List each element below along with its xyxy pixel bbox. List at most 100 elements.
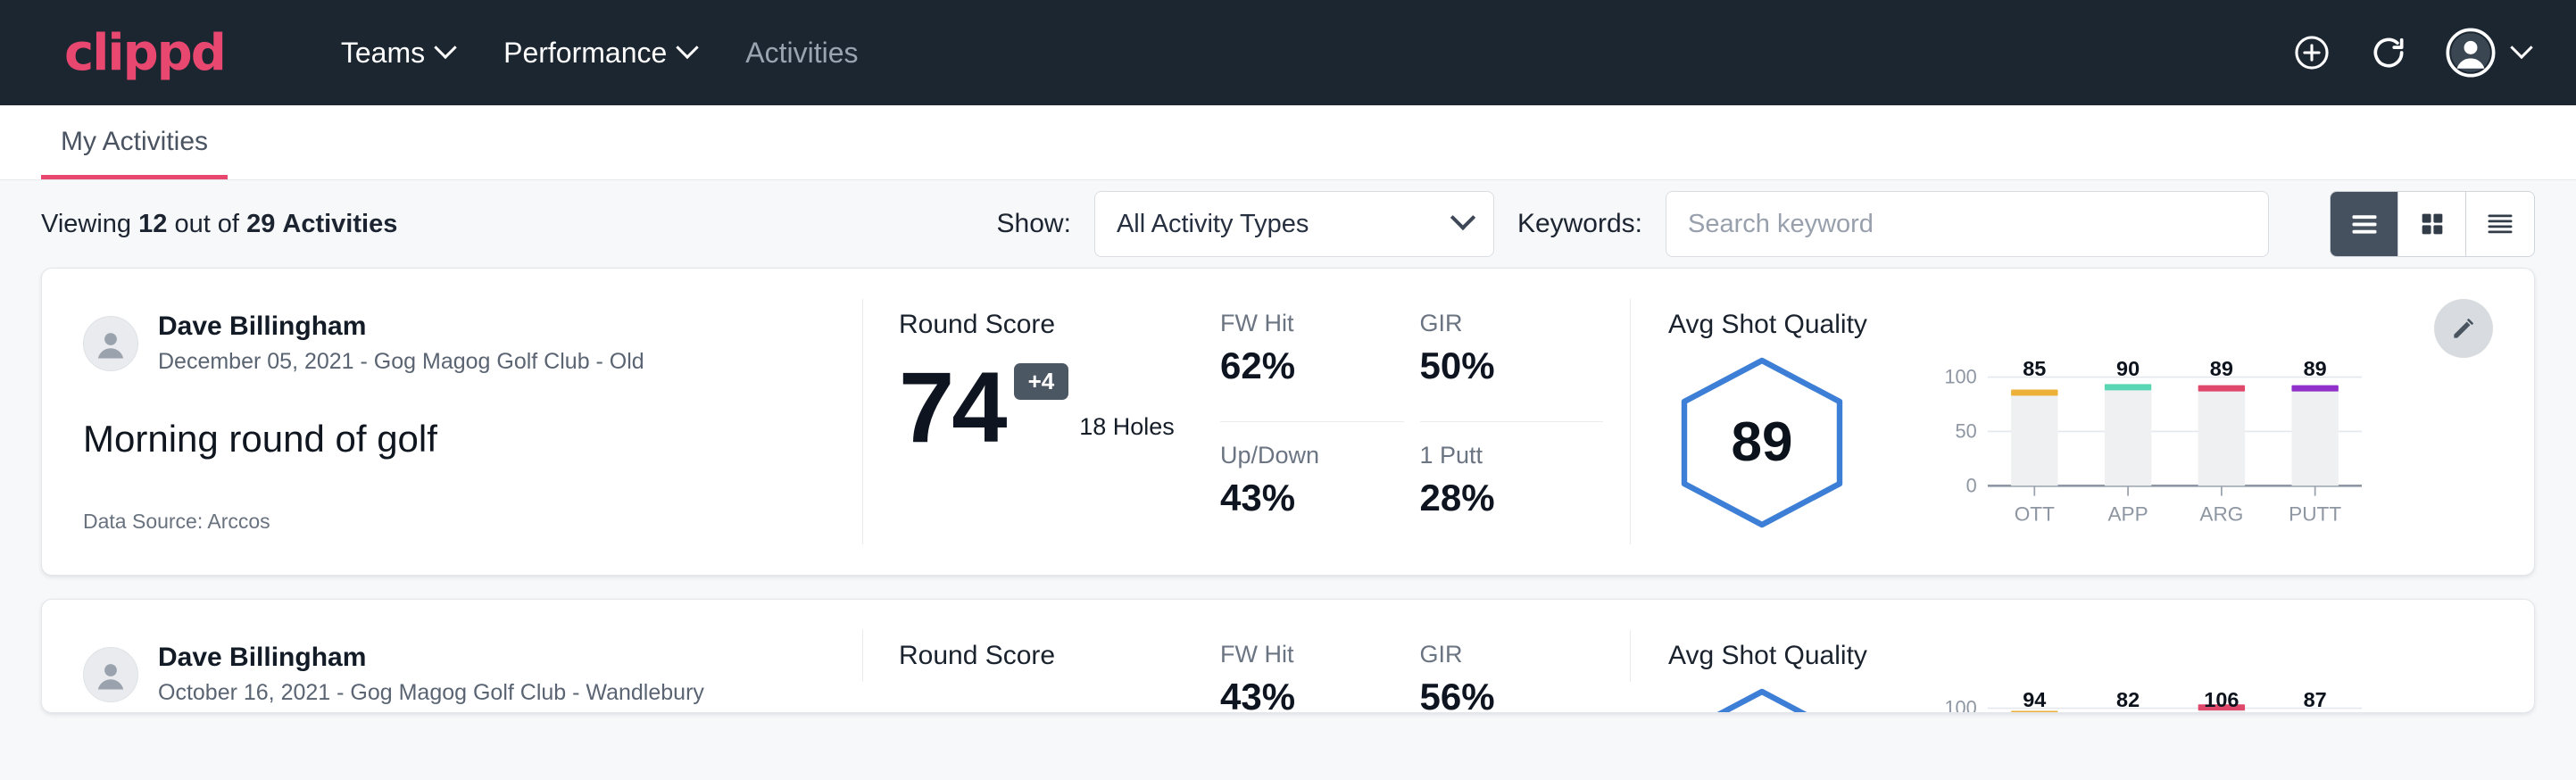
shot-quality-chart: 05010094OTT82APP106ARG87PUTT [1872, 682, 2436, 713]
tab-strip: My Activities [0, 105, 2576, 180]
round-score-label: Round Score [899, 641, 1220, 671]
viewing-prefix: Viewing [41, 210, 131, 238]
avg-shot-quality-body: 89 05010085OTT90APP89ARG89PUTT [1668, 351, 2436, 534]
player-name: Dave Billingham [158, 310, 644, 344]
activity-type-value: All Activity Types [1117, 210, 1454, 239]
svg-text:OTT: OTT [2015, 502, 2055, 525]
activity-title: Morning round of golf [83, 418, 827, 461]
chevron-down-icon [2510, 37, 2532, 59]
user-avatar-icon [90, 323, 131, 364]
stat-label: FW Hit [1220, 641, 1368, 668]
activity-identity: Dave Billingham October 16, 2021 - Gog M… [42, 630, 863, 682]
filter-bar: Viewing 12 out of 29 Activities Show: Al… [0, 180, 2576, 268]
primary-nav: Teams Performance Activities [341, 37, 859, 70]
tab-my-activities[interactable]: My Activities [41, 127, 228, 179]
nav-item-teams[interactable]: Teams [341, 37, 453, 70]
player-row: Dave Billingham December 05, 2021 - Gog … [83, 310, 827, 377]
stat-value: 50% [1420, 344, 1568, 387]
stat-value: 62% [1220, 344, 1368, 387]
pencil-icon [2449, 314, 2478, 343]
player-name: Dave Billingham [158, 641, 704, 675]
stat-one-putt: 1 Putt 28% [1420, 442, 1604, 534]
grid-view-button[interactable] [2398, 192, 2466, 256]
activity-list: Dave Billingham December 05, 2021 - Gog … [0, 268, 2576, 713]
search-input[interactable] [1666, 191, 2269, 257]
viewing-count: 12 [138, 210, 167, 238]
svg-text:ARG: ARG [2199, 502, 2243, 525]
chevron-down-icon [1450, 205, 1475, 230]
add-circle-icon[interactable] [2292, 33, 2331, 72]
compact-view-button[interactable] [2466, 192, 2534, 256]
stat-label: Up/Down [1220, 442, 1368, 469]
viewing-summary: Viewing 12 out of 29 Activities [41, 210, 397, 239]
stat-label: GIR [1420, 310, 1568, 337]
shot-quality-value [1668, 685, 1856, 714]
view-mode-toggle [2330, 191, 2535, 257]
avatar [83, 647, 138, 702]
svg-text:87: 87 [2304, 688, 2327, 711]
clippd-logo[interactable]: clippd [64, 24, 225, 82]
nav-item-label: Activities [745, 37, 858, 70]
shot-quality-chart: 05010085OTT90APP89ARG89PUTT [1872, 351, 2436, 534]
svg-text:PUTT: PUTT [2289, 502, 2341, 525]
stat-label: 1 Putt [1420, 442, 1568, 469]
svg-text:85: 85 [2023, 357, 2046, 380]
viewing-total: 29 [246, 210, 275, 238]
show-label: Show: [997, 209, 1071, 239]
stat-label: GIR [1420, 641, 1568, 668]
avg-shot-quality-label: Avg Shot Quality [1668, 310, 2436, 340]
shot-quality-hexagon: 89 [1668, 353, 1856, 532]
activity-meta: October 16, 2021 - Gog Magog Golf Club -… [158, 678, 704, 709]
top-navigation-bar: clippd Teams Performance Activities [0, 0, 2576, 105]
svg-text:100: 100 [1944, 697, 1976, 713]
refresh-icon[interactable] [2369, 33, 2408, 72]
activity-card[interactable]: Dave Billingham October 16, 2021 - Gog M… [41, 599, 2535, 713]
stat-value: 56% [1420, 676, 1568, 713]
stat-value: 43% [1220, 676, 1368, 713]
viewing-suffix: Activities [282, 210, 397, 238]
holes-label: 18 Holes [1079, 413, 1175, 453]
activity-identity: Dave Billingham December 05, 2021 - Gog … [42, 299, 863, 544]
svg-text:106: 106 [2204, 688, 2239, 711]
svg-text:APP: APP [2107, 502, 2148, 525]
stat-fw-hit: FW Hit 43% [1220, 641, 1404, 713]
round-score-block: Round Score [863, 630, 1220, 682]
stat-up-down: Up/Down 43% [1220, 442, 1404, 534]
activity-card[interactable]: Dave Billingham December 05, 2021 - Gog … [41, 268, 2535, 576]
activity-type-select[interactable]: All Activity Types [1094, 191, 1494, 257]
svg-text:90: 90 [2116, 357, 2140, 380]
round-score-value: 74 [899, 361, 1005, 453]
keywords-label: Keywords: [1517, 209, 1642, 239]
svg-text:82: 82 [2116, 688, 2140, 711]
stat-label: FW Hit [1220, 310, 1368, 337]
svg-text:0: 0 [1966, 474, 1977, 496]
svg-text:50: 50 [1956, 419, 1977, 442]
nav-item-label: Teams [341, 37, 425, 70]
shot-quality-bar-chart: 05010094OTT82APP106ARG87PUTT [1872, 682, 2436, 713]
stat-value: 28% [1420, 477, 1568, 519]
activity-data-source: Data Source: Arccos [83, 470, 827, 534]
svg-text:89: 89 [2210, 357, 2233, 380]
user-avatar-icon [90, 654, 131, 695]
stat-fw-hit: FW Hit 62% [1220, 310, 1404, 422]
top-nav-actions [2292, 28, 2530, 78]
nav-item-performance[interactable]: Performance [503, 37, 695, 70]
round-score-row: 74 +4 18 Holes [899, 361, 1220, 453]
score-differential-badge: +4 [1014, 363, 1069, 400]
nav-item-activities[interactable]: Activities [745, 37, 858, 70]
shot-quality-value: 89 [1668, 353, 1856, 532]
list-view-button[interactable] [2331, 192, 2398, 256]
nav-item-label: Performance [503, 37, 667, 70]
round-score-label: Round Score [899, 310, 1220, 340]
activity-stats: FW Hit 43% GIR 56% [1220, 630, 1631, 682]
avg-shot-quality-block: Avg Shot Quality 89 0 50 100 85 OTT 90 APP 89 AR… [1631, 299, 2534, 544]
avg-shot-quality-body: 05010094OTT82APP106ARG87PUTT [1668, 682, 2436, 713]
svg-text:100: 100 [1944, 366, 1976, 388]
shot-quality-hexagon [1668, 685, 1856, 714]
user-menu[interactable] [2446, 28, 2530, 78]
filter-controls: Show: All Activity Types Keywords: [997, 191, 2535, 257]
chevron-down-icon [677, 37, 699, 59]
svg-text:94: 94 [2023, 688, 2046, 711]
edit-activity-button[interactable] [2434, 299, 2493, 358]
stat-gir: GIR 56% [1420, 641, 1604, 713]
